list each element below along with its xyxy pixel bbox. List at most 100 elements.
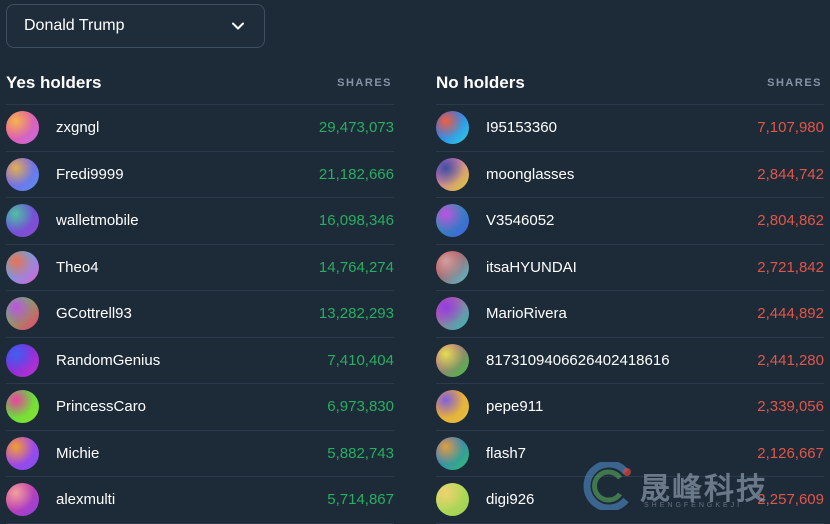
holder-identity: Michie (6, 436, 99, 470)
avatar[interactable] (436, 157, 469, 191)
holder-shares: 29,473,073 (318, 119, 394, 137)
avatar[interactable] (436, 390, 469, 424)
yes-holders-header: Yes holders SHARES (6, 62, 394, 104)
holder-shares: 14,764,274 (318, 258, 394, 276)
holder-name[interactable]: walletmobile (56, 212, 139, 229)
yes-holder-row[interactable]: GCottrell93 13,282,293 (6, 291, 394, 338)
yes-holders-panel: Yes holders SHARES zxgngl 29,473,073 Fredi… (6, 62, 394, 524)
no-shares-label: SHARES (767, 77, 822, 89)
yes-holder-row[interactable]: walletmobile 16,098,346 (6, 198, 394, 245)
yes-holder-row[interactable]: Theo4 14,764,274 (6, 245, 394, 291)
holder-identity: Theo4 (6, 250, 99, 284)
holder-identity: flash7 (436, 436, 526, 470)
avatar[interactable] (6, 250, 39, 284)
holder-identity: RandomGenius (6, 343, 160, 377)
holder-name[interactable]: PrincessCaro (56, 398, 146, 415)
holder-identity: zxgngl (6, 111, 99, 145)
yes-holder-row[interactable]: PrincessCaro 6,973,830 (6, 384, 394, 431)
holder-shares: 2,721,842 (757, 258, 824, 276)
avatar[interactable] (6, 343, 39, 377)
holder-shares: 2,339,056 (757, 398, 824, 416)
holder-shares: 5,714,867 (327, 491, 394, 509)
holder-identity: pepe911 (436, 390, 543, 424)
chevron-down-icon (232, 22, 244, 30)
holder-shares: 2,804,862 (757, 212, 824, 230)
no-holder-row[interactable]: V3546052 2,804,862 (436, 198, 824, 245)
no-holders-header: No holders SHARES (436, 62, 824, 104)
holder-name[interactable]: GCottrell93 (56, 305, 132, 322)
holder-shares: 21,182,666 (318, 165, 394, 183)
holder-name[interactable]: I95153360 (486, 119, 557, 136)
no-holder-row[interactable]: I95153360 7,107,980 (436, 105, 824, 152)
holder-name[interactable]: Fredi9999 (56, 166, 124, 183)
holder-shares: 7,107,980 (757, 119, 824, 137)
holder-name[interactable]: itsaHYUNDAI (486, 259, 577, 276)
watermark-subtext: SHENGFENGKEJI (644, 502, 743, 509)
holder-identity: moonglasses (436, 157, 574, 191)
holder-identity: 817310940662640241861​6 (436, 343, 670, 377)
no-holder-row[interactable]: moonglasses 2,844,742 (436, 152, 824, 198)
yes-holder-row[interactable]: Michie 5,882,743 (6, 431, 394, 477)
holder-name[interactable]: Michie (56, 445, 99, 462)
holder-shares: 2,444,892 (757, 305, 824, 323)
yes-holder-row[interactable]: RandomGenius 7,410,404 (6, 338, 394, 384)
avatar[interactable] (6, 390, 39, 424)
outcome-dropdown-value: Donald Trump (24, 17, 125, 34)
avatar[interactable] (436, 297, 469, 331)
no-holders-panel: No holders SHARES I95153360 7,107,980 moon… (436, 62, 824, 524)
watermark: 晟峰科技 SHENGFENGKEJI (580, 460, 800, 512)
yes-shares-label: SHARES (337, 77, 392, 89)
yes-holder-row[interactable]: alexmulti 5,714,867 (6, 477, 394, 524)
avatar[interactable] (6, 111, 39, 145)
yes-holders-title: Yes holders (6, 73, 102, 92)
avatar[interactable] (6, 297, 39, 331)
holder-identity: alexmulti (6, 483, 115, 517)
outcome-dropdown[interactable]: Donald Trump (6, 4, 265, 48)
avatar[interactable] (436, 111, 469, 145)
holder-identity: I95153360 (436, 111, 557, 145)
holder-name[interactable]: 817310940662640241861​6 (486, 352, 670, 369)
holder-name[interactable]: moonglasses (486, 166, 574, 183)
holder-name[interactable]: digi926 (486, 491, 534, 508)
holder-shares: 2,441,280 (757, 351, 824, 369)
avatar[interactable] (436, 436, 469, 470)
avatar[interactable] (436, 483, 469, 517)
holder-name[interactable]: zxgngl (56, 119, 99, 136)
avatar[interactable] (6, 157, 39, 191)
yes-holder-row[interactable]: Fredi9999 21,182,666 (6, 152, 394, 198)
yes-holder-row[interactable]: zxgngl 29,473,073 (6, 105, 394, 152)
watermark-logo-icon (583, 462, 631, 510)
avatar[interactable] (6, 483, 39, 517)
holder-identity: digi926 (436, 483, 534, 517)
holder-identity: walletmobile (6, 204, 139, 238)
avatar[interactable] (436, 343, 469, 377)
holder-name[interactable]: pepe911 (486, 398, 543, 415)
holder-name[interactable]: RandomGenius (56, 352, 160, 369)
holder-shares: 2,844,742 (757, 165, 824, 183)
holder-shares: 16,098,346 (318, 212, 394, 230)
holder-identity: GCottrell93 (6, 297, 132, 331)
holder-identity: V3546052 (436, 204, 554, 238)
holder-name[interactable]: Theo4 (56, 259, 99, 276)
holder-shares: 13,282,293 (318, 305, 394, 323)
holder-identity: Fredi9999 (6, 157, 124, 191)
avatar[interactable] (436, 250, 469, 284)
holder-shares: 5,882,743 (327, 444, 394, 462)
avatar[interactable] (436, 204, 469, 238)
holder-name[interactable]: flash7 (486, 445, 526, 462)
holder-name[interactable]: V3546052 (486, 212, 554, 229)
no-holders-title: No holders (436, 73, 525, 92)
holder-name[interactable]: MarioRivera (486, 305, 567, 322)
avatar[interactable] (6, 436, 39, 470)
no-holder-row[interactable]: MarioRivera 2,444,892 (436, 291, 824, 338)
holder-identity: PrincessCaro (6, 390, 146, 424)
holder-shares: 6,973,830 (327, 398, 394, 416)
avatar[interactable] (6, 204, 39, 238)
holder-identity: itsaHYUNDAI (436, 250, 577, 284)
holder-shares: 7,410,404 (327, 351, 394, 369)
no-holder-row[interactable]: itsaHYUNDAI 2,721,842 (436, 245, 824, 291)
no-holder-row[interactable]: pepe911 2,339,056 (436, 384, 824, 431)
holder-identity: MarioRivera (436, 297, 567, 331)
no-holder-row[interactable]: 817310940662640241861​6 2,441,280 (436, 338, 824, 384)
holder-name[interactable]: alexmulti (56, 491, 115, 508)
